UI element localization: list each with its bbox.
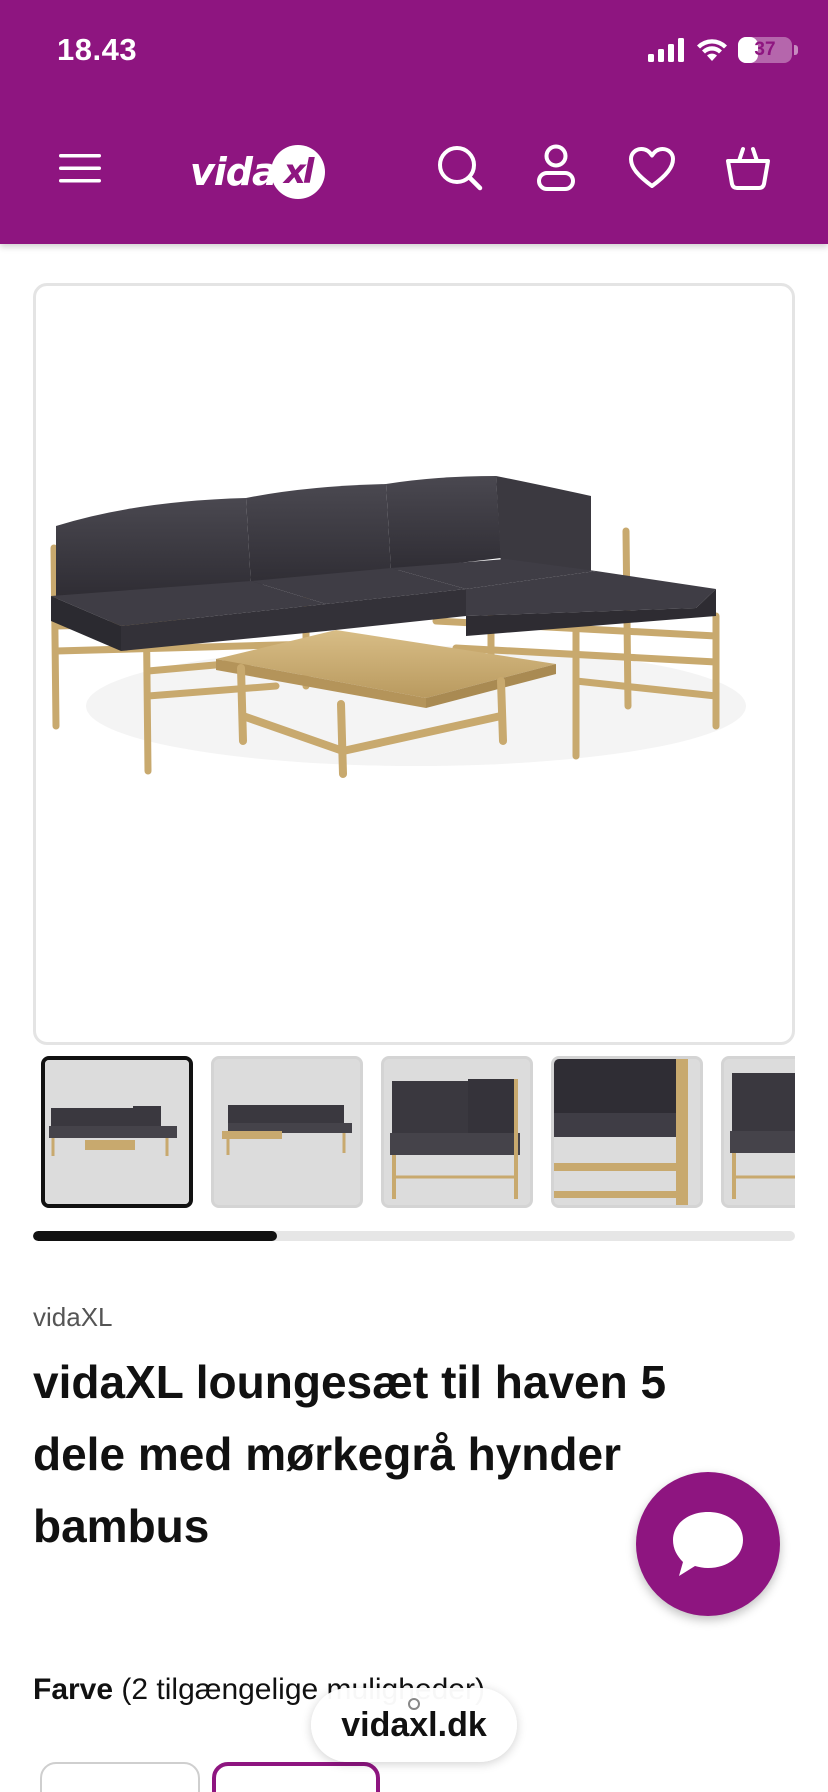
chat-bubble-icon	[673, 1512, 743, 1576]
menu-button[interactable]	[50, 138, 110, 198]
account-icon	[537, 144, 575, 191]
search-icon	[438, 146, 483, 191]
browser-address-pill[interactable]: vidaxl.dk	[311, 1688, 517, 1762]
thumbnail-2[interactable]	[211, 1056, 363, 1208]
search-button[interactable]	[430, 138, 490, 198]
wishlist-button[interactable]	[622, 138, 682, 198]
basket-button[interactable]	[718, 138, 778, 198]
color-label-title: Farve	[33, 1673, 114, 1706]
menu-icon	[59, 154, 101, 183]
color-swatch-1[interactable]	[40, 1762, 200, 1792]
product-brand[interactable]: vidaXL	[33, 1302, 113, 1333]
color-swatch-2-selected[interactable]	[212, 1762, 380, 1792]
thumbnail-image	[724, 1059, 795, 1205]
chat-button[interactable]	[636, 1472, 780, 1616]
vidaxl-logo[interactable]: vida xl	[190, 142, 325, 202]
nav-bar: vida xl	[0, 120, 828, 220]
lounge-set-photo	[50, 476, 746, 778]
thumbnail-strip	[33, 1054, 795, 1208]
thumbnail-3[interactable]	[381, 1056, 533, 1208]
gallery-scroll-indicator	[33, 1231, 795, 1241]
status-time: 18.43	[57, 32, 138, 67]
thumbnail-1[interactable]	[41, 1056, 193, 1208]
account-button[interactable]	[526, 138, 586, 198]
gallery-scroll-progress	[33, 1231, 277, 1241]
thumbnail-image	[384, 1059, 530, 1205]
basket-icon	[726, 147, 770, 190]
thumbnail-5[interactable]	[721, 1056, 795, 1208]
thumbnail-image	[554, 1059, 700, 1205]
heart-icon	[629, 147, 675, 188]
battery-indicator: 37	[738, 37, 798, 63]
battery-cap	[794, 45, 798, 55]
wifi-icon	[697, 39, 727, 61]
status-bar: 18.43 37	[0, 0, 828, 100]
product-main-image[interactable]	[33, 283, 795, 1045]
thumbnail-image	[214, 1059, 360, 1205]
address-bar-handle	[408, 1698, 420, 1710]
status-icons: 37	[648, 34, 798, 66]
logo-xl-mark: xl	[270, 145, 325, 199]
cellular-signal-icon	[648, 38, 684, 62]
browser-url: vidaxl.dk	[341, 1705, 487, 1744]
thumbnail-image	[45, 1060, 189, 1204]
battery-level: 37	[754, 39, 776, 60]
thumbnail-4[interactable]	[551, 1056, 703, 1208]
logo-text: vida	[190, 150, 278, 194]
battery-icon: 37	[738, 37, 792, 63]
app-header: 18.43 37 vida xl	[0, 0, 828, 244]
